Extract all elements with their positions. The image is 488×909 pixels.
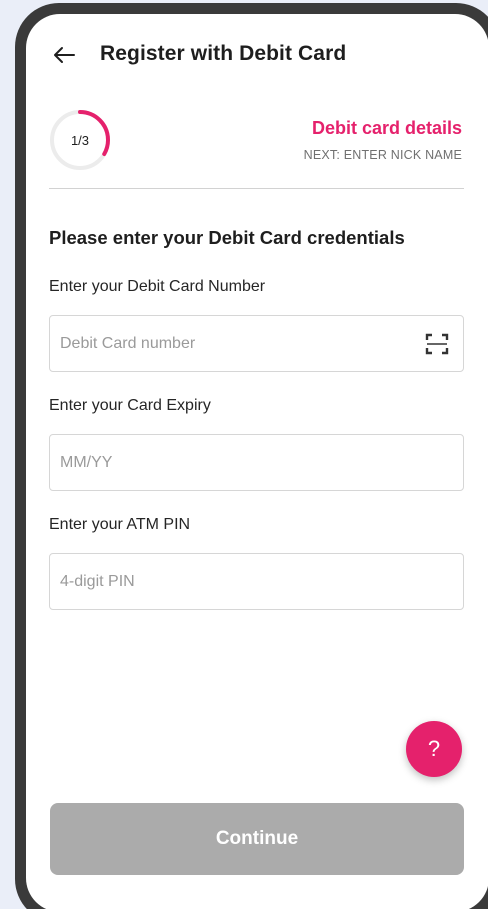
next-step-label: NEXT: ENTER NICK NAME [303, 148, 462, 162]
back-button[interactable] [50, 41, 78, 69]
step-progress-ring: 1/3 [48, 108, 112, 172]
form-heading: Please enter your Debit Card credentials [49, 227, 405, 248]
step-counter: 1/3 [70, 132, 90, 148]
current-step-title: Debit card details [311, 118, 462, 138]
question-mark-icon: ? [427, 736, 441, 761]
app-screen: Register with Debit Card 1/3 Debit card … [26, 14, 488, 909]
arrow-left-icon [54, 47, 75, 63]
pin-field-box [49, 553, 464, 610]
pin-input[interactable] [50, 554, 463, 609]
phone-frame: Register with Debit Card 1/3 Debit card … [15, 3, 488, 909]
scan-icon[interactable] [425, 333, 449, 355]
expiry-label: Enter your Card Expiry [49, 397, 211, 414]
help-button[interactable]: ? [406, 721, 462, 777]
app-header: Register with Debit Card [26, 14, 488, 94]
pin-label: Enter your ATM PIN [49, 516, 191, 533]
expiry-input[interactable] [50, 435, 463, 490]
divider [49, 188, 464, 189]
page-title: Register with Debit Card [100, 42, 347, 65]
card-number-label: Enter your Debit Card Number [49, 278, 266, 295]
card-number-input[interactable] [50, 316, 463, 371]
continue-button[interactable]: Continue [50, 803, 464, 875]
expiry-field-box [49, 434, 464, 491]
card-number-field-box [49, 315, 464, 372]
